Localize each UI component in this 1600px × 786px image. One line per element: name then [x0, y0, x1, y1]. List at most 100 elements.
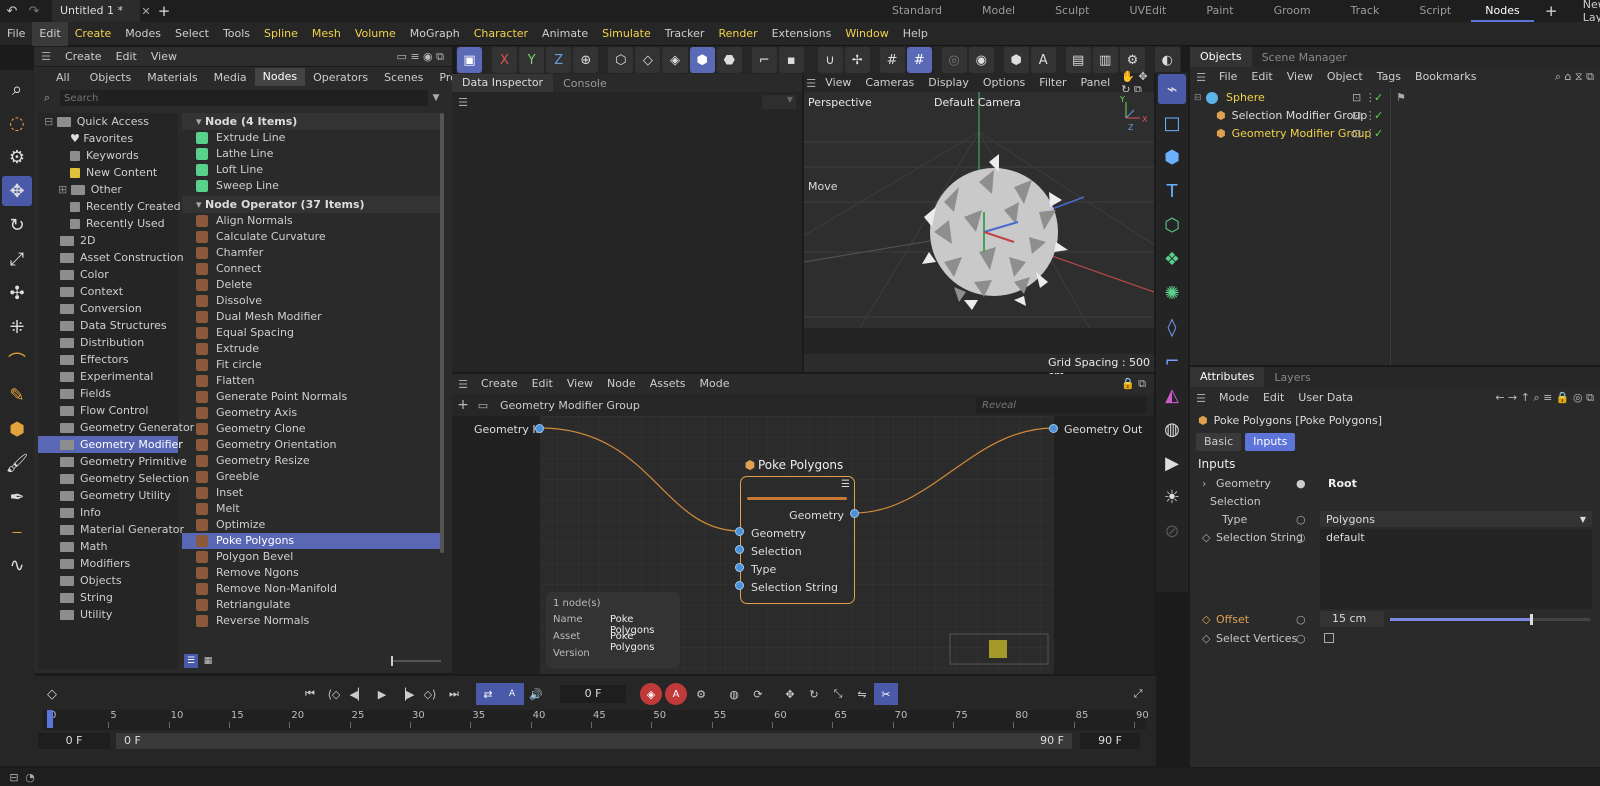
- close-doc-icon[interactable]: ✕: [140, 5, 152, 18]
- layout-standard[interactable]: Standard: [872, 0, 962, 22]
- camera-label[interactable]: Default Camera: [934, 96, 1021, 109]
- ab-menu-edit[interactable]: Edit: [109, 45, 144, 69]
- attributes-menu-icon[interactable]: ☰: [1190, 392, 1212, 405]
- layout-uvedit[interactable]: UVEdit: [1109, 0, 1186, 22]
- menu-create[interactable]: Create: [68, 22, 119, 46]
- node-item[interactable]: Lathe Line: [182, 146, 444, 162]
- subtab-basic[interactable]: Basic: [1196, 433, 1242, 451]
- tag-flag-icon[interactable]: ⚑: [1396, 89, 1406, 107]
- key-pla-icon[interactable]: ⇋: [850, 688, 874, 701]
- tree-favorites[interactable]: ♥ Favorites: [38, 130, 178, 147]
- camera-icon[interactable]: ▶: [1158, 448, 1186, 478]
- tree-recently-used[interactable]: Recently Used: [38, 215, 178, 232]
- port-icon[interactable]: ○: [1296, 632, 1306, 645]
- object-row-geometry-modifier-group[interactable]: ⬢ Geometry Modifier Group ⊡ ⋮ ✓: [1190, 125, 1600, 143]
- menu-select[interactable]: Select: [168, 22, 216, 46]
- disabled-tool-icon[interactable]: ⊘: [1158, 516, 1186, 546]
- add-layout-icon[interactable]: +: [1534, 2, 1569, 20]
- scale-tool-icon[interactable]: ⤢: [2, 244, 32, 274]
- grid-icon[interactable]: #: [879, 47, 905, 73]
- am-menu-edit[interactable]: Edit: [1256, 387, 1291, 409]
- pen-icon[interactable]: ✒: [2, 482, 32, 512]
- tree-item[interactable]: Modifiers: [38, 555, 178, 572]
- tab-materials[interactable]: Materials: [139, 71, 205, 84]
- loop-icon[interactable]: ⇄: [476, 683, 500, 705]
- tree-item[interactable]: Math: [38, 538, 178, 555]
- tree-item[interactable]: Data Structures: [38, 317, 178, 334]
- ne-menu-edit[interactable]: Edit: [525, 374, 560, 394]
- port-connected-icon[interactable]: ●: [1296, 477, 1306, 490]
- ne-menu-create[interactable]: Create: [474, 374, 525, 394]
- bend-icon[interactable]: ⌐: [1158, 346, 1186, 376]
- view-mode-icon[interactable]: ▣: [457, 47, 483, 73]
- spline-pen-icon[interactable]: ∿: [2, 550, 32, 580]
- operator-item[interactable]: Remove Non-Manifold: [182, 581, 444, 597]
- menu-extensions[interactable]: Extensions: [765, 22, 839, 46]
- object-row-sphere[interactable]: ⊟ Sphere ⊡ ⋮ ✓ ⚑: [1190, 89, 1600, 107]
- expand-chevron-icon[interactable]: ›: [1202, 477, 1206, 490]
- field-icon[interactable]: ◭: [1158, 380, 1186, 410]
- tab-console[interactable]: Console: [553, 77, 617, 90]
- tree-item[interactable]: Objects: [38, 572, 178, 589]
- section-node[interactable]: ▾ Node (4 Items): [182, 113, 444, 130]
- asset-icon[interactable]: A: [1030, 47, 1056, 73]
- layout-nodes[interactable]: Nodes: [1471, 0, 1534, 22]
- node-menu-icon[interactable]: ☰: [841, 479, 850, 490]
- auto-key-icon[interactable]: A: [500, 683, 524, 705]
- operator-item[interactable]: Equal Spacing: [182, 325, 444, 341]
- vp-menu-view[interactable]: View: [818, 74, 858, 92]
- port-icon[interactable]: ○: [1296, 531, 1306, 544]
- om-menu-edit[interactable]: Edit: [1244, 67, 1279, 87]
- go-start-icon[interactable]: ⏮: [298, 687, 322, 701]
- vp-menu-cameras[interactable]: Cameras: [858, 74, 921, 92]
- motion-tool-icon[interactable]: ✂: [874, 683, 898, 705]
- tree-other[interactable]: ⊞ Other: [38, 181, 178, 198]
- menu-window[interactable]: Window: [838, 22, 895, 46]
- selection-string-field[interactable]: default: [1320, 529, 1592, 609]
- z-axis-icon[interactable]: Z: [546, 47, 572, 73]
- polygons-mode-icon[interactable]: ◈: [662, 47, 688, 73]
- operator-item[interactable]: Dual Mesh Modifier: [182, 309, 444, 325]
- menu-edit[interactable]: Edit: [32, 21, 68, 46]
- tab-data-inspector[interactable]: Data Inspector: [452, 74, 554, 92]
- tab-operators[interactable]: Operators: [305, 71, 376, 84]
- key-lock-icon[interactable]: ◍: [722, 688, 746, 701]
- uv-mode-icon[interactable]: ⬣: [716, 47, 742, 73]
- node-list-scrollbar[interactable]: [440, 113, 444, 553]
- enabled-check-icon[interactable]: ✓: [1374, 125, 1383, 143]
- operator-item[interactable]: Remove Ngons: [182, 565, 444, 581]
- cube-icon[interactable]: ⬢: [1158, 142, 1186, 172]
- magnet-snap-icon[interactable]: ∪: [817, 47, 843, 73]
- layout-sculpt[interactable]: Sculpt: [1035, 0, 1109, 22]
- list-view-icon[interactable]: ☰: [184, 654, 198, 668]
- type-dropdown[interactable]: Polygons ▼: [1320, 511, 1592, 527]
- undo-icon[interactable]: ↶: [0, 4, 24, 19]
- tree-item[interactable]: Utility: [38, 606, 178, 623]
- om-menu-object[interactable]: Object: [1320, 67, 1370, 87]
- operator-item[interactable]: Connect: [182, 261, 444, 277]
- in-type-port[interactable]: [735, 563, 744, 572]
- operator-item[interactable]: Inset: [182, 485, 444, 501]
- key-scale-icon[interactable]: ↻: [802, 688, 826, 701]
- menu-modes[interactable]: Modes: [118, 22, 168, 46]
- inspector-dropdown[interactable]: ▼: [762, 95, 796, 109]
- objects-menu-icon[interactable]: ☰: [1190, 71, 1212, 84]
- render-view-icon[interactable]: ▤: [1065, 47, 1091, 73]
- go-end-icon[interactable]: ⏭: [442, 687, 466, 701]
- prev-frame-icon[interactable]: ◀▏: [346, 688, 370, 701]
- curve-editor-icon[interactable]: ⤢: [1126, 687, 1150, 701]
- in-geometry-port[interactable]: [735, 527, 744, 536]
- timeline-ruler[interactable]: 0 5 10 15 20 25 30 35 40 45 50 55 60 65 70 75 80 85 90: [42, 710, 1149, 730]
- lock-icon[interactable]: 🔒 ⧉: [1121, 377, 1146, 391]
- text-icon[interactable]: T: [1158, 176, 1186, 206]
- tab-attributes[interactable]: Attributes: [1190, 367, 1265, 387]
- layout-model[interactable]: Model: [962, 0, 1035, 22]
- breadcrumb[interactable]: Geometry Modifier Group: [500, 399, 640, 412]
- om-menu-file[interactable]: File: [1212, 67, 1244, 87]
- operator-item[interactable]: Geometry Orientation: [182, 437, 444, 453]
- tree-item[interactable]: Context: [38, 283, 178, 300]
- operator-item[interactable]: Dissolve: [182, 293, 444, 309]
- tab-scene-manager[interactable]: Scene Manager: [1252, 51, 1357, 64]
- in-selection-port[interactable]: [735, 545, 744, 554]
- tab-nodes[interactable]: Nodes: [254, 68, 306, 86]
